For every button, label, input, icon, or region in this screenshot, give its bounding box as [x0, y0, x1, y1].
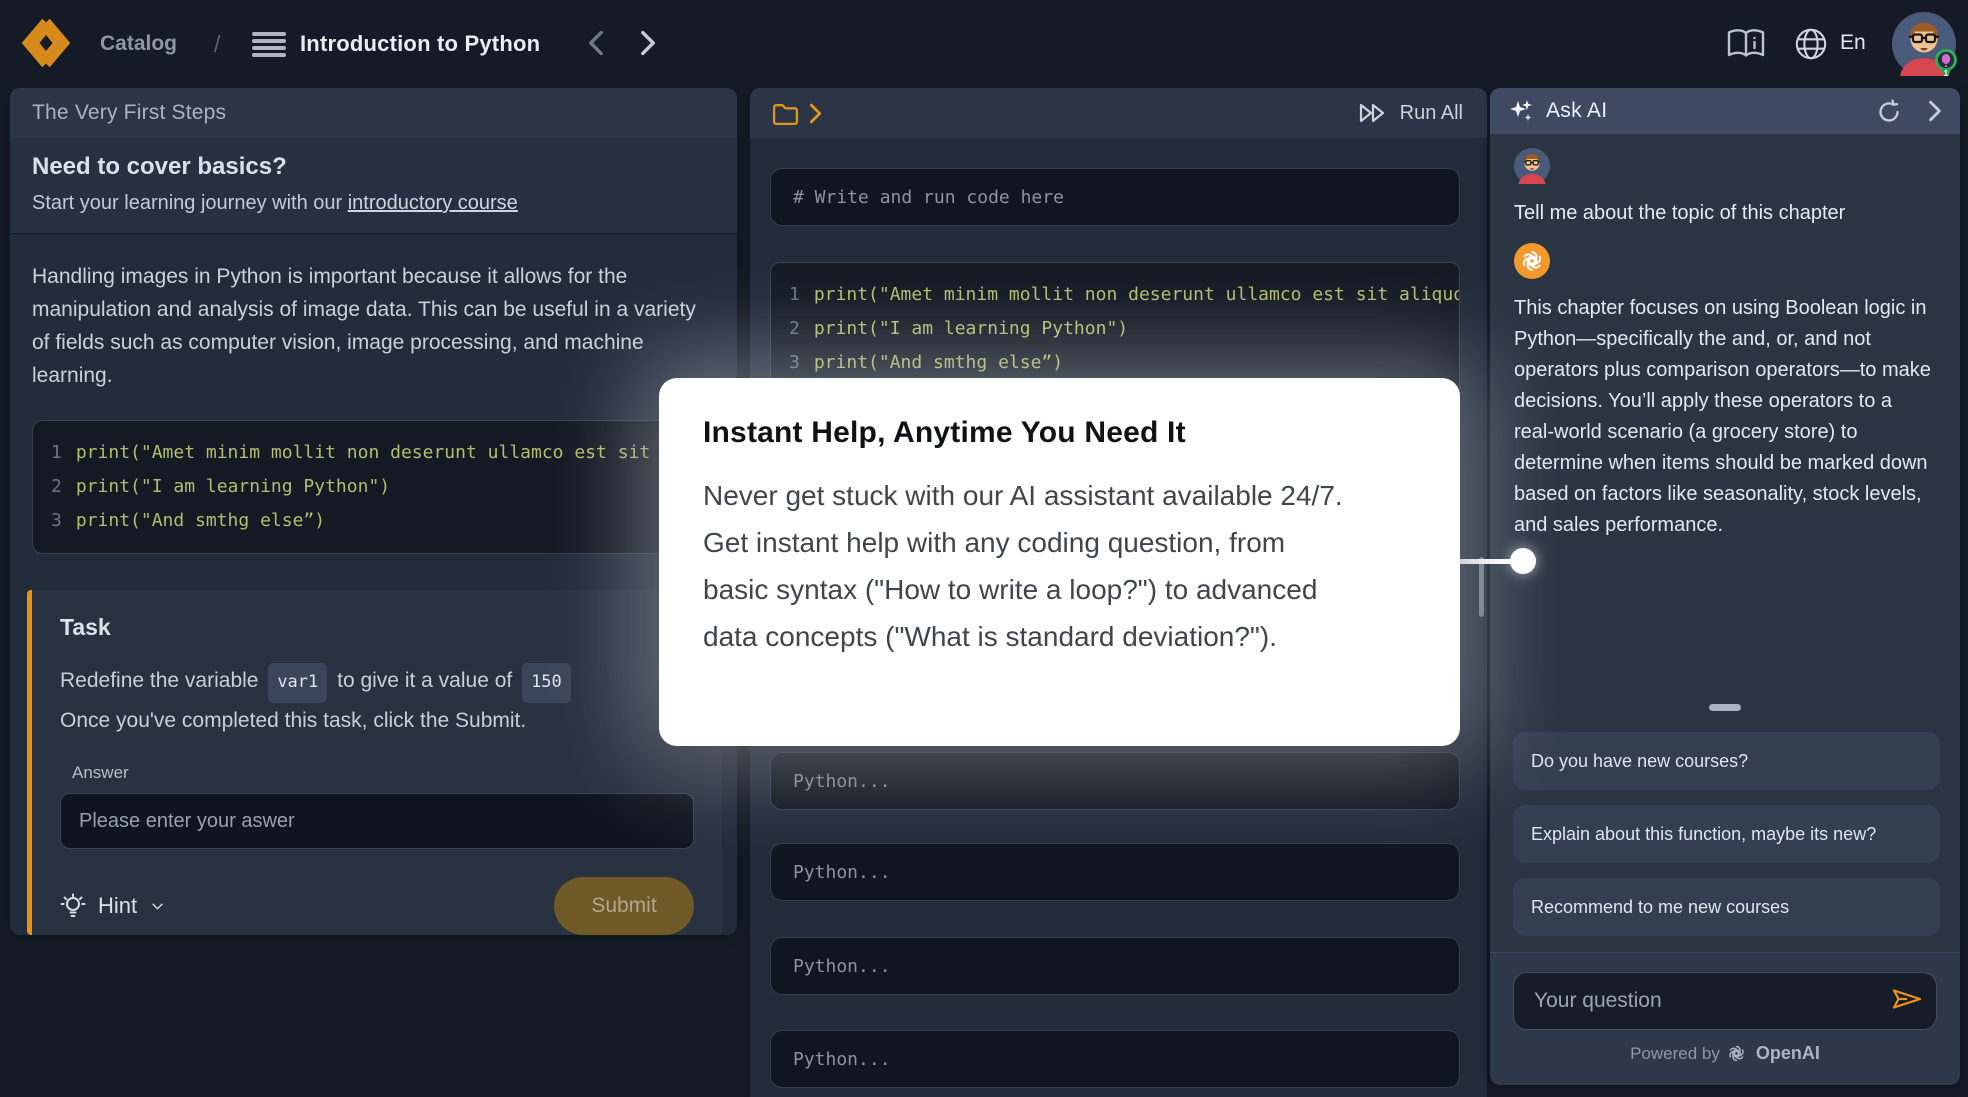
svg-text:1: 1	[1944, 69, 1949, 78]
refresh-icon	[1876, 98, 1902, 124]
powered-by: Powered by OpenAI	[1513, 1043, 1937, 1064]
lesson-paragraph: Handling images in Python is important b…	[32, 260, 715, 392]
chevron-right-icon[interactable]	[809, 103, 822, 124]
editor-toolbar-left	[772, 102, 822, 125]
question-input-wrap	[1513, 972, 1937, 1030]
brand-logo-icon[interactable]	[18, 16, 74, 70]
onboarding-tooltip: Instant Help, Anytime You Need It Never …	[659, 378, 1460, 746]
answer-label: Answer	[72, 763, 694, 783]
code-line: 2print("I am learning Python")	[51, 470, 696, 504]
task-card: Task Redefine the variable var1 to give …	[27, 590, 722, 935]
openai-icon	[1514, 243, 1550, 279]
openai-logo-icon	[1727, 1044, 1746, 1063]
top-navbar: Catalog / Introduction to Python En	[0, 0, 1968, 88]
python-cell-input[interactable]	[770, 843, 1460, 901]
value-chip: 150	[522, 663, 571, 703]
lesson-panel-header: The Very First Steps	[10, 88, 737, 138]
editor-scrollbar[interactable]	[1479, 557, 1484, 617]
python-cell-input[interactable]	[770, 752, 1460, 810]
ask-ai-title: Ask AI	[1546, 99, 1607, 123]
editor-toolbar: Run All	[750, 88, 1487, 138]
task-footer: Hint Submit	[60, 877, 694, 935]
answer-input[interactable]	[60, 793, 694, 849]
reset-chat-button[interactable]	[1876, 98, 1902, 124]
code-line: 2print("I am learning Python")	[789, 312, 1441, 346]
ask-ai-footer: Powered by OpenAI	[1490, 952, 1960, 1085]
suggested-question[interactable]: Explain about this function, maybe its n…	[1513, 805, 1940, 863]
chapters-menu-icon[interactable]	[252, 32, 286, 57]
chevron-down-icon	[152, 898, 163, 915]
resize-handle[interactable]	[1709, 704, 1741, 711]
suggested-question[interactable]: Do you have new courses?	[1513, 732, 1940, 790]
lesson-code-block: 1print("Amet minim mollit non deserunt u…	[32, 420, 715, 554]
code-line: 1print("Amet minim mollit non deserunt u…	[789, 278, 1441, 312]
user-avatar[interactable]: 1	[1892, 12, 1956, 76]
send-button[interactable]	[1891, 987, 1923, 1014]
code-line: 3print("And smthg else”)	[51, 504, 696, 538]
globe-icon[interactable]	[1794, 27, 1828, 61]
code-editor-input[interactable]	[770, 168, 1460, 226]
tooltip-connector-line	[1458, 559, 1514, 564]
send-icon	[1891, 987, 1923, 1011]
next-chapter-button[interactable]	[640, 30, 666, 56]
user-avatar-small	[1514, 171, 1550, 188]
task-title: Task	[60, 614, 694, 641]
tooltip-body: Never get stuck with our AI assistant av…	[703, 472, 1345, 660]
question-input[interactable]	[1513, 972, 1937, 1030]
chapter-title: The Very First Steps	[32, 101, 226, 125]
achievement-badge: 1	[1932, 48, 1960, 81]
task-instruction: Redefine the variable var1 to give it a …	[60, 663, 694, 703]
chat-thread: Tell me about the topic of this chapter …	[1490, 134, 1960, 541]
folder-icon[interactable]	[772, 102, 799, 125]
language-switcher[interactable]: En	[1840, 31, 1866, 55]
task-instruction-2: Once you've completed this task, click t…	[60, 703, 694, 739]
collapse-panel-button[interactable]	[1928, 100, 1942, 122]
glossary-book-icon[interactable]	[1726, 27, 1766, 61]
python-cell-input[interactable]	[770, 937, 1460, 995]
user-message: Tell me about the topic of this chapter	[1514, 202, 1936, 225]
submit-button[interactable]: Submit	[554, 877, 694, 935]
ask-ai-panel: Ask AI Tell me about the topic of this c…	[1490, 88, 1960, 1085]
ai-message: This chapter focuses on using Boolean lo…	[1514, 293, 1936, 541]
basics-callout: Need to cover basics? Start your learnin…	[10, 138, 737, 234]
tooltip-title: Instant Help, Anytime You Need It	[703, 416, 1416, 450]
chevron-right-icon	[1928, 100, 1942, 122]
course-title: Introduction to Python	[300, 31, 540, 57]
introductory-course-link[interactable]: introductory course	[348, 192, 518, 214]
suggested-question[interactable]: Recommend to me new courses	[1513, 878, 1940, 936]
run-all-icon	[1358, 101, 1388, 125]
code-line: 3print("And smthg else”)	[789, 346, 1441, 380]
callout-title: Need to cover basics?	[32, 153, 715, 181]
breadcrumb-separator: /	[214, 31, 220, 58]
lesson-body: Handling images in Python is important b…	[10, 234, 737, 554]
lesson-panel: The Very First Steps Need to cover basic…	[10, 88, 737, 935]
callout-text: Start your learning journey with our int…	[32, 192, 715, 215]
python-cell-input[interactable]	[770, 1030, 1460, 1088]
openai-brand: OpenAI	[1756, 1043, 1820, 1064]
hint-button[interactable]: Hint	[60, 893, 166, 919]
prev-chapter-button[interactable]	[588, 30, 614, 56]
lightbulb-icon	[60, 893, 86, 919]
catalog-link[interactable]: Catalog	[100, 32, 177, 56]
tooltip-connector-dot	[1510, 548, 1536, 574]
variable-chip: var1	[268, 663, 327, 703]
app-root: Catalog / Introduction to Python En	[0, 0, 1968, 1097]
ask-ai-header: Ask AI	[1490, 88, 1960, 134]
run-all-button[interactable]: Run All	[1358, 101, 1463, 125]
code-line: 1print("Amet minim mollit non deserunt u…	[51, 436, 696, 470]
sparkles-icon	[1508, 98, 1534, 124]
